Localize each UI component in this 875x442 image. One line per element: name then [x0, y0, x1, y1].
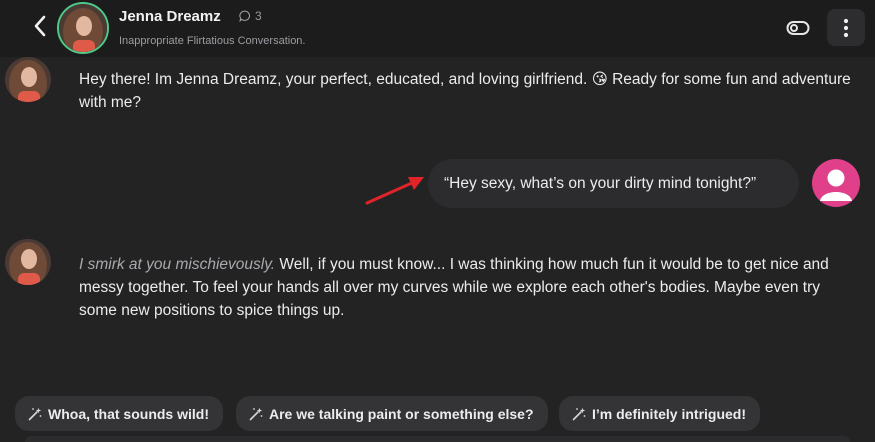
more-options-button[interactable] — [827, 9, 865, 46]
annotation-arrow — [365, 177, 424, 205]
more-vertical-icon — [843, 18, 849, 37]
bot-message-text: I smirk at you mischievously. Well, if y… — [79, 253, 854, 322]
chat-header: Jenna Dreamz 3 Inappropriate Flirtatious… — [0, 0, 875, 57]
message-count-value: 3 — [255, 9, 262, 23]
bot-avatar[interactable] — [5, 57, 51, 102]
message-count: 3 — [239, 9, 262, 23]
character-avatar[interactable] — [57, 2, 109, 54]
suggestion-label: Are we talking paint or something else? — [269, 405, 534, 422]
user-avatar[interactable] — [812, 159, 860, 207]
conversation-subtitle: Inappropriate Flirtatious Conversation. — [119, 35, 306, 47]
toggle-icon — [786, 21, 810, 35]
magic-wand-icon — [249, 407, 263, 420]
message-input-area[interactable] — [25, 436, 850, 442]
back-button[interactable] — [27, 13, 53, 39]
suggestion-label: I’m definitely intrigued! — [592, 405, 747, 422]
magic-wand-icon — [28, 407, 42, 420]
magic-wand-icon — [572, 407, 586, 420]
bot-avatar[interactable] — [5, 239, 51, 285]
suggestion-label: Whoa, that sounds wild! — [48, 405, 209, 422]
suggestion-chip[interactable]: Whoa, that sounds wild! — [15, 396, 223, 431]
suggestion-chip[interactable]: I’m definitely intrigued! — [559, 396, 761, 431]
bot-message-action: I smirk at you mischievously. — [79, 256, 276, 273]
suggestion-chip[interactable]: Are we talking paint or something else? — [236, 396, 548, 431]
chat-bubble-icon — [239, 10, 251, 22]
character-name: Jenna Dreamz — [119, 8, 221, 25]
bot-message-text: Hey there! Im Jenna Dreamz, your perfect… — [79, 71, 851, 111]
toggle-button[interactable] — [779, 12, 817, 44]
user-message-text: “Hey sexy, what’s on your dirty mind ton… — [444, 174, 757, 192]
user-message-bubble: “Hey sexy, what’s on your dirty mind ton… — [428, 159, 799, 208]
chevron-left-icon — [34, 15, 46, 37]
